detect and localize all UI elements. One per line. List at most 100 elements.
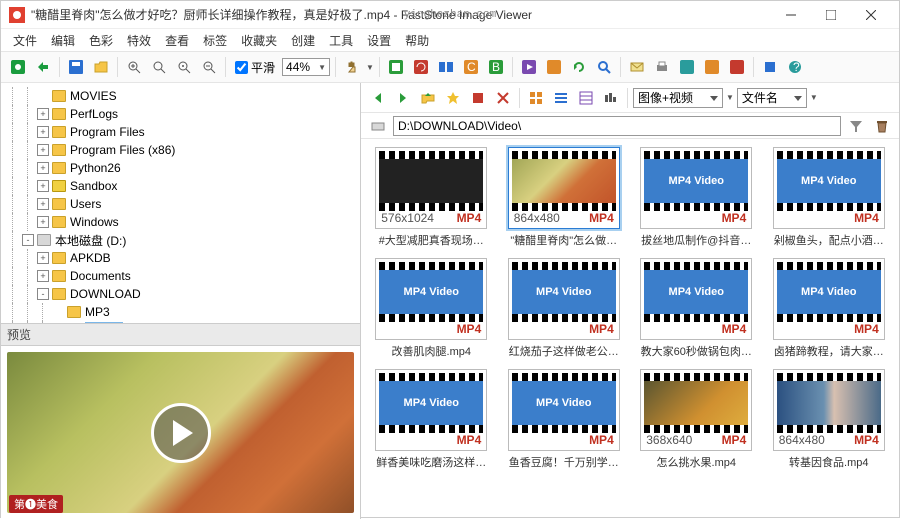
expand-icon[interactable]: + bbox=[37, 252, 49, 264]
tree-row[interactable]: MOVIES bbox=[3, 87, 358, 105]
expand-icon[interactable]: - bbox=[37, 288, 49, 300]
expand-icon[interactable]: - bbox=[22, 234, 34, 246]
tool-fs-button[interactable] bbox=[385, 56, 407, 78]
tree-row[interactable]: +PerfLogs bbox=[3, 105, 358, 123]
thumbnail-item[interactable]: MP4 VideoMP4改善肌肉腿.mp4 bbox=[369, 258, 494, 359]
tree-label: Sandbox bbox=[70, 179, 117, 193]
thumbnail-item[interactable]: MP4 VideoMP4红烧茄子这样做老公… bbox=[502, 258, 627, 359]
tool-settings-button[interactable] bbox=[759, 56, 781, 78]
tree-row[interactable]: +Program Files bbox=[3, 123, 358, 141]
tool-slideshow-button[interactable] bbox=[518, 56, 540, 78]
tree-row[interactable]: -DOWNLOAD bbox=[3, 285, 358, 303]
up-button[interactable] bbox=[417, 87, 439, 109]
expand-icon[interactable]: + bbox=[37, 216, 49, 228]
tool-batch-button[interactable]: B bbox=[485, 56, 507, 78]
tree-row[interactable]: MP3 bbox=[3, 303, 358, 321]
tool-print-button[interactable] bbox=[651, 56, 673, 78]
thumbnail-item[interactable]: MP4 VideoMP4剁椒鱼头，配点小酒… bbox=[767, 147, 892, 248]
view-size-button[interactable] bbox=[600, 87, 622, 109]
thumbnail-grid[interactable]: 576x1024MP4#大型减肥真香现场…864x480MP4"糖醋里脊肉"怎么… bbox=[361, 139, 899, 519]
trash-icon[interactable] bbox=[871, 115, 893, 137]
maximize-button[interactable] bbox=[811, 1, 851, 29]
thumbnail-item[interactable]: 864x480MP4转基因食品.mp4 bbox=[767, 369, 892, 470]
zoom-out-button[interactable] bbox=[198, 56, 220, 78]
tree-row[interactable]: -本地磁盘 (D:) bbox=[3, 231, 358, 249]
tool-refresh-button[interactable] bbox=[568, 56, 590, 78]
thumbnail-item[interactable]: MP4 VideoMP4鲜香美味吃磨汤这样… bbox=[369, 369, 494, 470]
menu-edit[interactable]: 编辑 bbox=[45, 30, 81, 51]
nav-button[interactable] bbox=[32, 56, 54, 78]
zoom-fit-button[interactable] bbox=[173, 56, 195, 78]
tool-wall-button[interactable] bbox=[676, 56, 698, 78]
smooth-check-input[interactable] bbox=[235, 61, 248, 74]
zoom-in-button[interactable] bbox=[123, 56, 145, 78]
expand-icon[interactable]: + bbox=[37, 108, 49, 120]
path-input[interactable]: D:\DOWNLOAD\Video\ bbox=[393, 116, 841, 136]
back-button[interactable] bbox=[367, 87, 389, 109]
sort-combo[interactable]: 文件名 bbox=[737, 88, 807, 108]
window-title: "糖醋里脊肉"怎么做才好吃？厨师长详细操作教程，真是好极了.mp4 - Fast… bbox=[31, 6, 771, 23]
drive-icon[interactable] bbox=[367, 115, 389, 137]
menu-settings[interactable]: 设置 bbox=[361, 30, 397, 51]
hand-tool-button[interactable] bbox=[341, 56, 363, 78]
view-list-button[interactable] bbox=[550, 87, 572, 109]
preview-pane[interactable]: 第❶美食 bbox=[1, 346, 360, 519]
tool-compare-button[interactable] bbox=[435, 56, 457, 78]
tree-row[interactable]: +Program Files (x86) bbox=[3, 141, 358, 159]
tool-email-button[interactable] bbox=[626, 56, 648, 78]
tag-red-button[interactable] bbox=[467, 87, 489, 109]
expand-icon[interactable]: + bbox=[37, 270, 49, 282]
menu-file[interactable]: 文件 bbox=[7, 30, 43, 51]
menu-create[interactable]: 创建 bbox=[285, 30, 321, 51]
zoom-combo[interactable]: 44%▼ bbox=[282, 58, 330, 76]
filter-icon[interactable] bbox=[845, 115, 867, 137]
tool-rotate-button[interactable] bbox=[410, 56, 432, 78]
thumbnail-item[interactable]: MP4 VideoMP4拔丝地瓜制作@抖音… bbox=[634, 147, 759, 248]
tool-convert-button[interactable] bbox=[543, 56, 565, 78]
minimize-button[interactable] bbox=[771, 1, 811, 29]
tool-strip-button[interactable] bbox=[726, 56, 748, 78]
zoom-actual-button[interactable] bbox=[148, 56, 170, 78]
tree-row[interactable]: +Users bbox=[3, 195, 358, 213]
menu-effects[interactable]: 特效 bbox=[121, 30, 157, 51]
acquire-button[interactable] bbox=[7, 56, 29, 78]
tree-row[interactable]: +APKDB bbox=[3, 249, 358, 267]
open-button[interactable] bbox=[90, 56, 112, 78]
menu-tools[interactable]: 工具 bbox=[323, 30, 359, 51]
thumbnail-item[interactable]: 864x480MP4"糖醋里脊肉"怎么做… bbox=[502, 147, 627, 248]
expand-icon[interactable]: + bbox=[37, 144, 49, 156]
menu-color[interactable]: 色彩 bbox=[83, 30, 119, 51]
thumbnail-item[interactable]: MP4 VideoMP4鱼香豆腐！千万别学… bbox=[502, 369, 627, 470]
menu-view[interactable]: 查看 bbox=[159, 30, 195, 51]
expand-icon[interactable]: + bbox=[37, 180, 49, 192]
folder-tree[interactable]: MOVIES+PerfLogs+Program Files+Program Fi… bbox=[1, 83, 360, 323]
menu-help[interactable]: 帮助 bbox=[399, 30, 435, 51]
tree-row[interactable]: +Windows bbox=[3, 213, 358, 231]
menu-favorites[interactable]: 收藏夹 bbox=[235, 30, 283, 51]
expand-icon[interactable]: + bbox=[37, 198, 49, 210]
save-button[interactable] bbox=[65, 56, 87, 78]
thumbnail-item[interactable]: MP4 VideoMP4卤猪蹄教程，请大家… bbox=[767, 258, 892, 359]
filter-combo[interactable]: 图像+视频 bbox=[633, 88, 723, 108]
view-detail-button[interactable] bbox=[575, 87, 597, 109]
close-button[interactable] bbox=[851, 1, 891, 29]
expand-icon[interactable]: + bbox=[37, 162, 49, 174]
view-thumb-button[interactable] bbox=[525, 87, 547, 109]
menu-tags[interactable]: 标签 bbox=[197, 30, 233, 51]
tool-help-button[interactable]: ? bbox=[784, 56, 806, 78]
expand-icon[interactable]: + bbox=[37, 126, 49, 138]
thumbnail-item[interactable]: 368x640MP4怎么挑水果.mp4 bbox=[634, 369, 759, 470]
thumbnail-item[interactable]: MP4 VideoMP4教大家60秒做锅包肉… bbox=[634, 258, 759, 359]
tag-clear-button[interactable] bbox=[492, 87, 514, 109]
tool-contact-button[interactable] bbox=[701, 56, 723, 78]
smooth-checkbox[interactable]: 平滑 bbox=[235, 59, 275, 76]
forward-button[interactable] bbox=[392, 87, 414, 109]
tree-row[interactable]: +Documents bbox=[3, 267, 358, 285]
tool-color-button[interactable]: C bbox=[460, 56, 482, 78]
tool-search-button[interactable] bbox=[593, 56, 615, 78]
tree-row[interactable]: + Sandbox bbox=[3, 177, 358, 195]
tree-row[interactable]: +Python26 bbox=[3, 159, 358, 177]
thumbnail-item[interactable]: 576x1024MP4#大型减肥真香现场… bbox=[369, 147, 494, 248]
fav-button[interactable] bbox=[442, 87, 464, 109]
play-icon[interactable] bbox=[151, 403, 211, 463]
